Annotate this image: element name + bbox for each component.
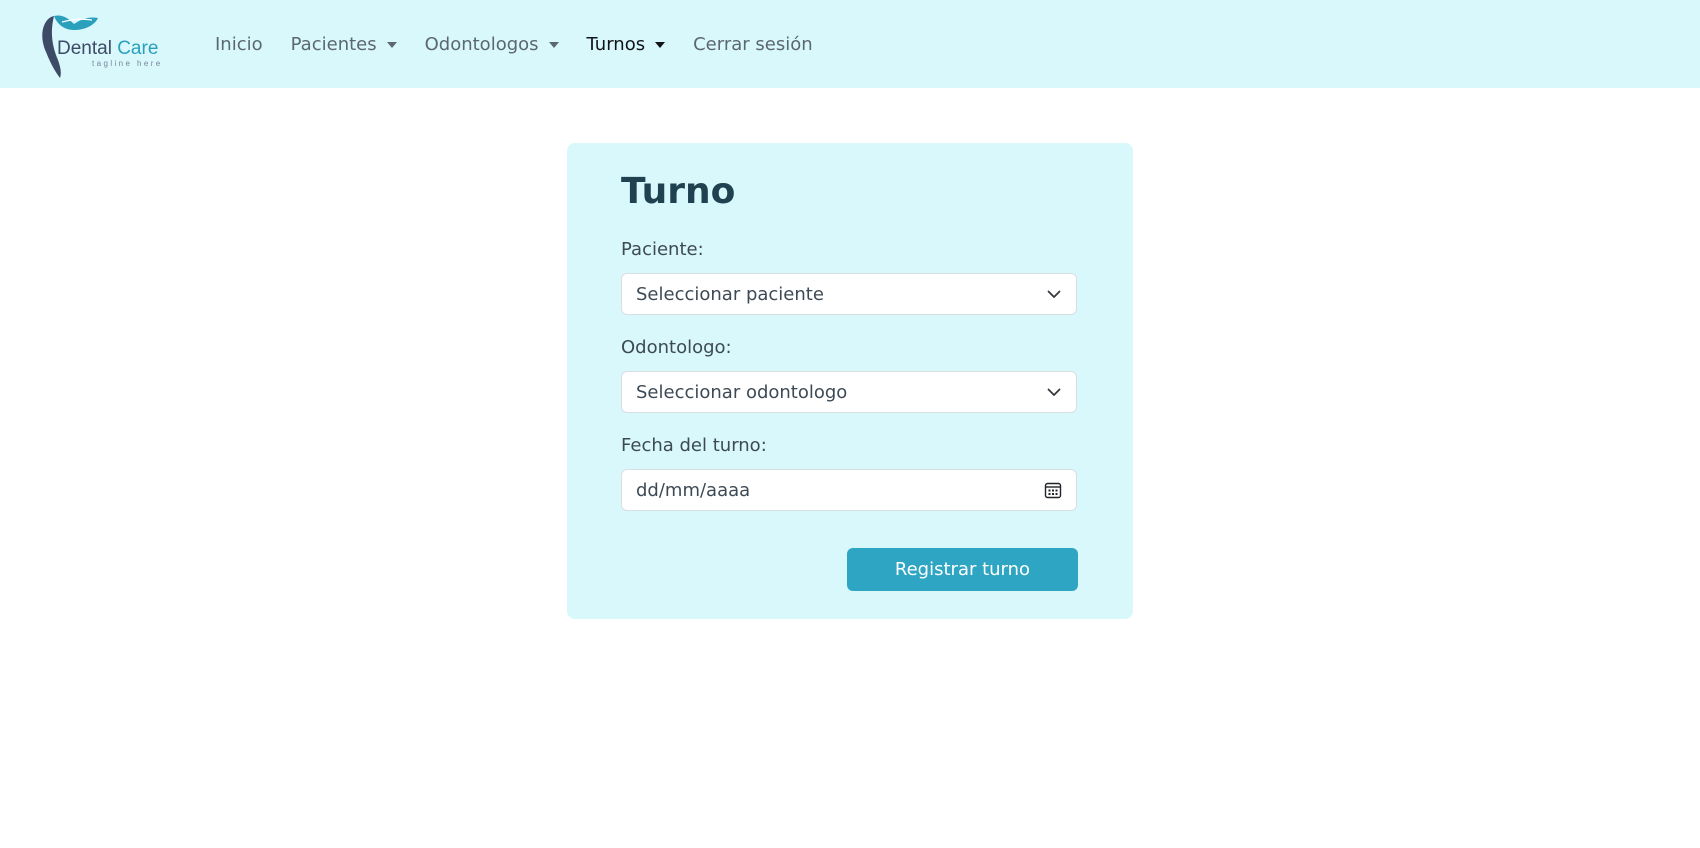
fecha-placeholder: dd/mm/aaaa [636,479,751,501]
fecha-label: Fecha del turno: [621,435,767,456]
turno-form-card: Turno Paciente: Seleccionar paciente Odo… [567,143,1133,619]
odontologo-select-value: Seleccionar odontologo [636,381,848,403]
paciente-select[interactable]: Seleccionar paciente [621,273,1077,315]
nav-item-cerrar-sesion[interactable]: Cerrar sesión [693,34,813,55]
registrar-turno-button[interactable]: Registrar turno [847,548,1078,591]
nav-item-pacientes[interactable]: Pacientes [291,34,397,55]
fecha-date-input[interactable]: dd/mm/aaaa [621,469,1077,511]
brand-name-part2: Care [117,38,159,59]
nav-item-label: Turnos [586,33,646,55]
paciente-select-value: Seleccionar paciente [636,283,824,305]
main-nav: Inicio Pacientes Odontologos Turnos Cerr… [215,0,841,88]
odontologo-label: Odontologo: [621,337,732,358]
caret-down-icon [548,42,559,48]
brand-tagline: tagline here [92,59,163,68]
paciente-label: Paciente: [621,239,704,260]
nav-item-label: Odontologos [424,33,539,55]
chevron-down-icon [1047,290,1061,298]
nav-item-label: Inicio [215,33,263,55]
nav-item-odontologos[interactable]: Odontologos [425,34,559,55]
brand-name-part1: Dental [57,38,112,59]
navbar: Dental Care tagline here Inicio Paciente… [0,0,1700,88]
nav-item-turnos[interactable]: Turnos [587,34,666,55]
nav-item-label: Pacientes [290,33,377,55]
form-title: Turno [621,171,736,212]
nav-item-inicio[interactable]: Inicio [215,34,263,55]
caret-down-icon [386,42,397,48]
nav-item-label: Cerrar sesión [693,33,813,55]
brand-name: Dental Care [57,38,158,60]
brand-logo[interactable]: Dental Care tagline here [40,12,165,80]
calendar-icon[interactable] [1044,481,1062,499]
chevron-down-icon [1047,388,1061,396]
caret-down-icon [655,42,666,48]
odontologo-select[interactable]: Seleccionar odontologo [621,371,1077,413]
